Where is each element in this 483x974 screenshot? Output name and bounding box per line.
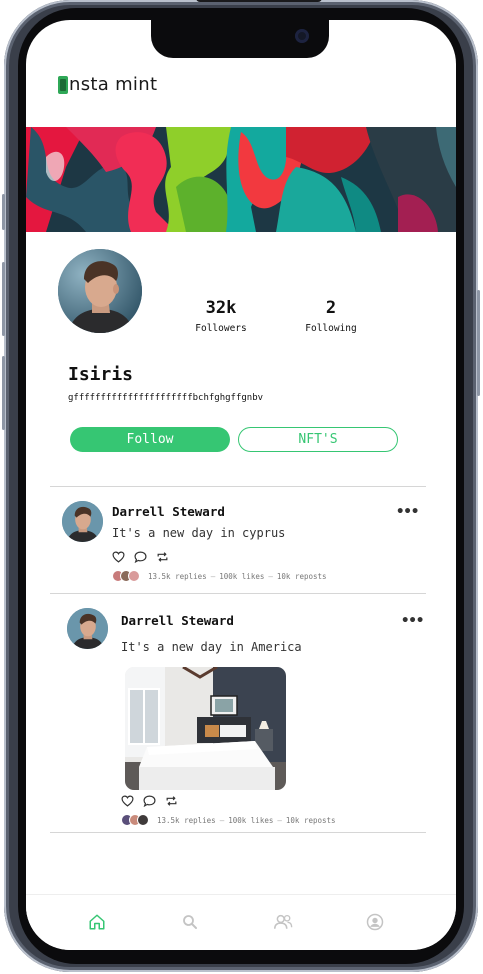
likes-count[interactable]: 100k likes xyxy=(228,816,273,825)
front-camera xyxy=(295,29,309,43)
more-options-icon[interactable]: ••• xyxy=(396,504,419,520)
divider xyxy=(50,593,426,594)
bedroom-photo xyxy=(125,667,286,790)
replies-count[interactable]: 13.5k replies xyxy=(157,816,216,825)
followers-count: 32k xyxy=(205,298,237,318)
post-engagement: 13.5k replies – 100k likes – 10k reposts xyxy=(112,570,327,582)
heart-icon[interactable] xyxy=(112,551,125,563)
profile-name: Isiris xyxy=(68,364,134,385)
post-text: It's a new day in America xyxy=(121,640,302,654)
mini-avatar xyxy=(128,570,140,582)
following-stat[interactable]: 2 Following xyxy=(291,298,371,334)
follow-button[interactable]: Follow xyxy=(70,427,230,452)
repost-icon[interactable] xyxy=(156,551,169,563)
post-author-name[interactable]: Darrell Steward xyxy=(121,613,234,628)
repost-icon[interactable] xyxy=(165,795,178,807)
separator: – xyxy=(210,571,216,581)
search-icon[interactable] xyxy=(181,913,201,933)
app-logo-text: nsta mint xyxy=(69,74,158,95)
profile-icon[interactable] xyxy=(366,913,386,933)
post-image[interactable] xyxy=(125,667,286,790)
comment-icon[interactable] xyxy=(134,551,147,563)
app-logo[interactable]: nsta mint xyxy=(58,74,157,95)
profile-handle: gffffffffffffffffffffffbchfghgffgnbv xyxy=(68,393,264,403)
heart-icon[interactable] xyxy=(121,795,134,807)
bottom-nav xyxy=(26,894,456,950)
mute-switch xyxy=(2,194,5,230)
post-text: It's a new day in cyprus xyxy=(112,526,286,540)
post-actions xyxy=(112,551,169,563)
post-author-avatar[interactable] xyxy=(62,501,103,542)
mini-avatar xyxy=(137,814,149,826)
followers-label: Followers xyxy=(195,323,247,334)
author-photo xyxy=(62,501,103,542)
replies-count[interactable]: 13.5k replies xyxy=(148,572,207,581)
post-author-name[interactable]: Darrell Steward xyxy=(112,504,225,519)
author-photo xyxy=(67,608,108,649)
reposts-count[interactable]: 10k reposts xyxy=(277,572,327,581)
profile-avatar[interactable] xyxy=(58,249,142,333)
separator: – xyxy=(219,815,225,825)
volume-up-button xyxy=(2,262,5,336)
profile-banner xyxy=(26,127,456,232)
nfts-button[interactable]: NFT'S xyxy=(238,427,398,452)
divider xyxy=(50,486,426,487)
separator: – xyxy=(268,571,273,581)
reposts-count[interactable]: 10k reposts xyxy=(286,816,336,825)
post-engagement: 13.5k replies – 100k likes – 10k reposts xyxy=(121,814,336,826)
divider xyxy=(50,832,426,833)
separator: – xyxy=(277,815,282,825)
logo-i-icon xyxy=(58,75,68,94)
volume-down-button xyxy=(2,356,5,430)
followers-stat[interactable]: 32k Followers xyxy=(181,298,261,334)
post-actions xyxy=(121,795,178,807)
comment-icon[interactable] xyxy=(143,795,156,807)
likes-count[interactable]: 100k likes xyxy=(219,572,264,581)
power-button xyxy=(477,290,480,396)
users-icon[interactable] xyxy=(273,913,293,933)
notch xyxy=(151,20,329,58)
post-author-avatar[interactable] xyxy=(67,608,108,649)
following-label: Following xyxy=(305,323,357,334)
abstract-banner-art xyxy=(26,127,456,232)
profile-photo xyxy=(58,249,142,333)
more-options-icon[interactable]: ••• xyxy=(401,613,424,629)
following-count: 2 xyxy=(325,298,337,318)
speaker-grille xyxy=(196,0,322,2)
app-screen: nsta mint 32k Followers 2 Following Isir… xyxy=(26,20,456,950)
home-icon[interactable] xyxy=(88,913,108,933)
